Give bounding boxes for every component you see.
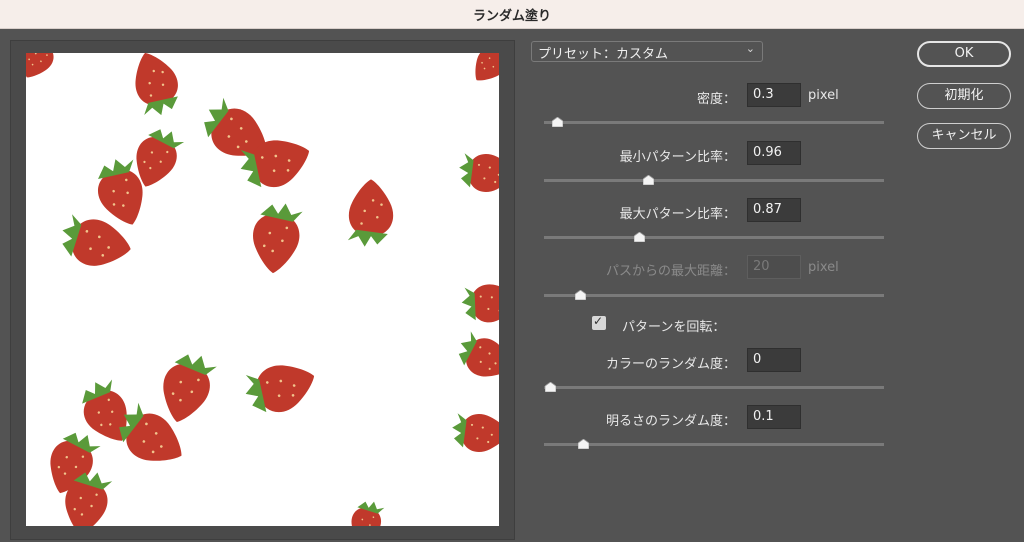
density-slider-track[interactable] <box>544 117 884 127</box>
max-path-distance-slider-thumb <box>575 290 586 300</box>
max-pattern-ratio-label: 最大パターン比率： <box>619 207 736 222</box>
checkmark-icon: ✓ <box>593 314 604 328</box>
brightness-randomness-field[interactable]: 0.1 <box>747 405 801 429</box>
ok-button[interactable]: OK <box>917 41 1011 67</box>
brightness-randomness-label: 明るさのランダム度： <box>605 414 736 429</box>
rotate-pattern-checkbox[interactable]: ✓ <box>592 314 606 330</box>
color-randomness-slider-track[interactable] <box>544 382 884 392</box>
color-randomness-field[interactable]: 0 <box>747 348 801 372</box>
density-unit: pixel <box>808 88 839 103</box>
preset-dropdown-label: プリセット：カスタム <box>538 47 669 62</box>
density-slider-thumb[interactable] <box>552 117 563 127</box>
rotate-pattern-label: パターンを回転： <box>622 320 726 335</box>
dialog-title: ランダム塗り <box>472 9 551 24</box>
max-path-distance-slider-track <box>544 290 884 300</box>
color-randomness-label: カラーのランダム度： <box>605 357 736 372</box>
reset-button[interactable]: 初期化 <box>917 83 1011 109</box>
max-pattern-ratio-field[interactable]: 0.87 <box>747 198 801 222</box>
max-pattern-ratio-slider-track[interactable] <box>544 232 884 242</box>
preset-dropdown[interactable]: プリセット：カスタム ⌄ <box>531 41 763 62</box>
cancel-button[interactable]: キャンセル <box>917 123 1011 149</box>
density-label: 密度： <box>696 92 736 107</box>
brightness-randomness-slider-track[interactable] <box>544 439 884 449</box>
min-pattern-ratio-field[interactable]: 0.96 <box>747 141 801 165</box>
max-path-distance-field: 20 <box>747 255 801 279</box>
dialog-title-bar: ランダム塗り <box>0 0 1024 29</box>
min-pattern-ratio-slider-track[interactable] <box>544 175 884 185</box>
max-pattern-ratio-slider-thumb[interactable] <box>634 232 645 242</box>
max-path-distance-label: パスからの最大距離： <box>605 264 736 279</box>
strawberry-pattern-image <box>26 53 499 526</box>
color-randomness-slider-thumb[interactable] <box>545 382 556 392</box>
density-field[interactable]: 0.3 <box>747 83 801 107</box>
brightness-randomness-slider-thumb[interactable] <box>578 439 589 449</box>
max-path-distance-unit: pixel <box>808 260 839 275</box>
min-pattern-ratio-slider-thumb[interactable] <box>643 175 654 185</box>
chevron-down-icon: ⌄ <box>745 42 755 55</box>
preview-canvas <box>26 53 499 526</box>
min-pattern-ratio-label: 最小パターン比率： <box>619 150 736 165</box>
